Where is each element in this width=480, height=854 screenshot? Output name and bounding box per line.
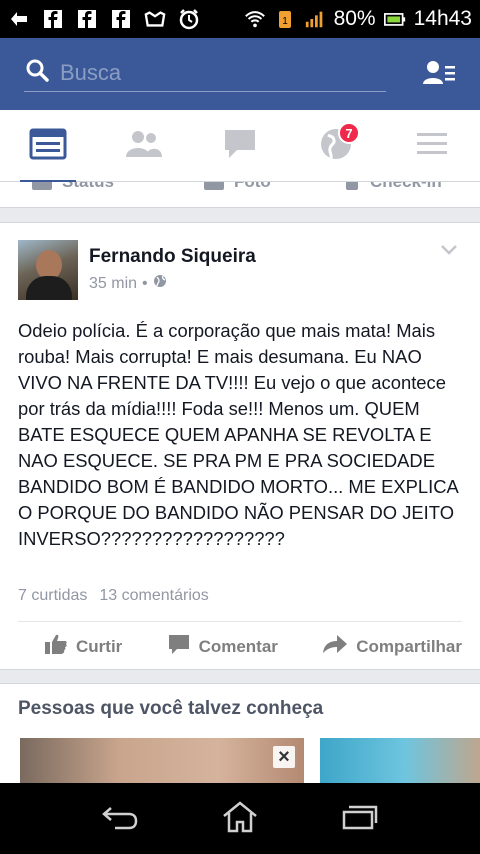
signal-icon [304, 8, 326, 30]
search-icon [24, 57, 50, 88]
search-input[interactable] [60, 59, 360, 86]
post-text: Odeio polícia. É a corporação que mais m… [18, 320, 458, 549]
share-button[interactable]: Compartilhar [322, 633, 462, 660]
photo-button-label[interactable]: Foto [234, 182, 271, 192]
alarm-icon [178, 8, 200, 30]
back-button[interactable] [100, 801, 140, 837]
notification-badge: 7 [338, 122, 360, 144]
friend-requests-button[interactable] [422, 58, 458, 90]
likes-count[interactable]: 7 curtidas [18, 587, 87, 605]
like-button[interactable]: Curtir [44, 633, 122, 660]
composer-card-partial: Status Foto Check-in [0, 182, 480, 208]
post-options-button[interactable] [440, 243, 458, 255]
tab-notifications[interactable]: 7 [316, 122, 360, 164]
home-icon [221, 800, 259, 839]
thumbs-up-icon [44, 633, 68, 660]
comment-icon [167, 633, 191, 660]
people-you-may-know: Pessoas que você talvez conheça × [0, 683, 480, 783]
recent-apps-button[interactable] [340, 801, 380, 837]
android-navigation-bar [0, 783, 480, 854]
public-globe-icon [153, 274, 167, 293]
dismiss-suggestion-button[interactable]: × [273, 746, 295, 768]
wifi-icon [244, 8, 266, 30]
battery-icon [383, 8, 406, 30]
comment-label: Comentar [198, 636, 278, 656]
suggested-person-photo[interactable] [320, 738, 480, 783]
share-arrow-icon [322, 633, 348, 660]
photo-icon [144, 8, 166, 30]
meta-separator: • [142, 274, 148, 292]
tab-friends[interactable] [124, 128, 164, 164]
search-bar [0, 38, 480, 110]
friends-icon [125, 129, 163, 164]
camera-icon [204, 182, 224, 190]
chevron-down-icon [440, 243, 458, 260]
post-time[interactable]: 35 min [89, 275, 137, 293]
tab-bar: 7 [0, 110, 480, 182]
comment-button[interactable]: Comentar [167, 633, 278, 660]
back-icon [101, 804, 139, 835]
menu-icon [415, 130, 449, 163]
sim-icon: 1 [274, 8, 296, 30]
share-label: Compartilhar [356, 636, 462, 656]
location-pin-icon [346, 182, 358, 190]
checkin-button-label[interactable]: Check-in [370, 182, 442, 192]
facebook-icon [110, 8, 132, 30]
usb-icon [8, 8, 30, 30]
like-label: Curtir [76, 636, 123, 656]
tab-more[interactable] [412, 128, 452, 164]
status-button-label[interactable]: Status [62, 182, 114, 192]
home-button[interactable] [220, 800, 260, 839]
tab-news-feed[interactable] [20, 128, 76, 182]
newsfeed-icon [29, 128, 67, 165]
pymk-title: Pessoas que você talvez conheça [18, 698, 324, 719]
post-meta: 35 min • [89, 274, 167, 293]
friend-requests-icon [422, 61, 458, 94]
tab-messages[interactable] [220, 128, 260, 164]
facebook-icon [42, 8, 64, 30]
clock: 14h43 [413, 7, 472, 30]
recent-apps-icon [341, 803, 379, 836]
post-author[interactable]: Fernando Siqueira [89, 246, 256, 268]
facebook-icon [76, 8, 98, 30]
comments-count[interactable]: 13 comentários [99, 587, 208, 605]
feed-post: Fernando Siqueira 35 min • Odeio polícia… [0, 222, 480, 670]
messages-icon [223, 128, 257, 165]
post-stats: 7 curtidas 13 comentários [18, 587, 209, 605]
avatar-body [26, 276, 72, 300]
close-icon: × [278, 745, 290, 768]
status-bar: 1 80% 14h43 [0, 0, 480, 38]
post-actions: Curtir Comentar Compartilhar [18, 621, 462, 671]
search-field[interactable] [24, 54, 386, 92]
avatar[interactable] [18, 240, 78, 300]
battery-percent: 80% [333, 7, 376, 30]
suggested-person-photo[interactable] [20, 738, 304, 783]
svg-text:1: 1 [282, 16, 288, 27]
status-icon [32, 182, 52, 190]
